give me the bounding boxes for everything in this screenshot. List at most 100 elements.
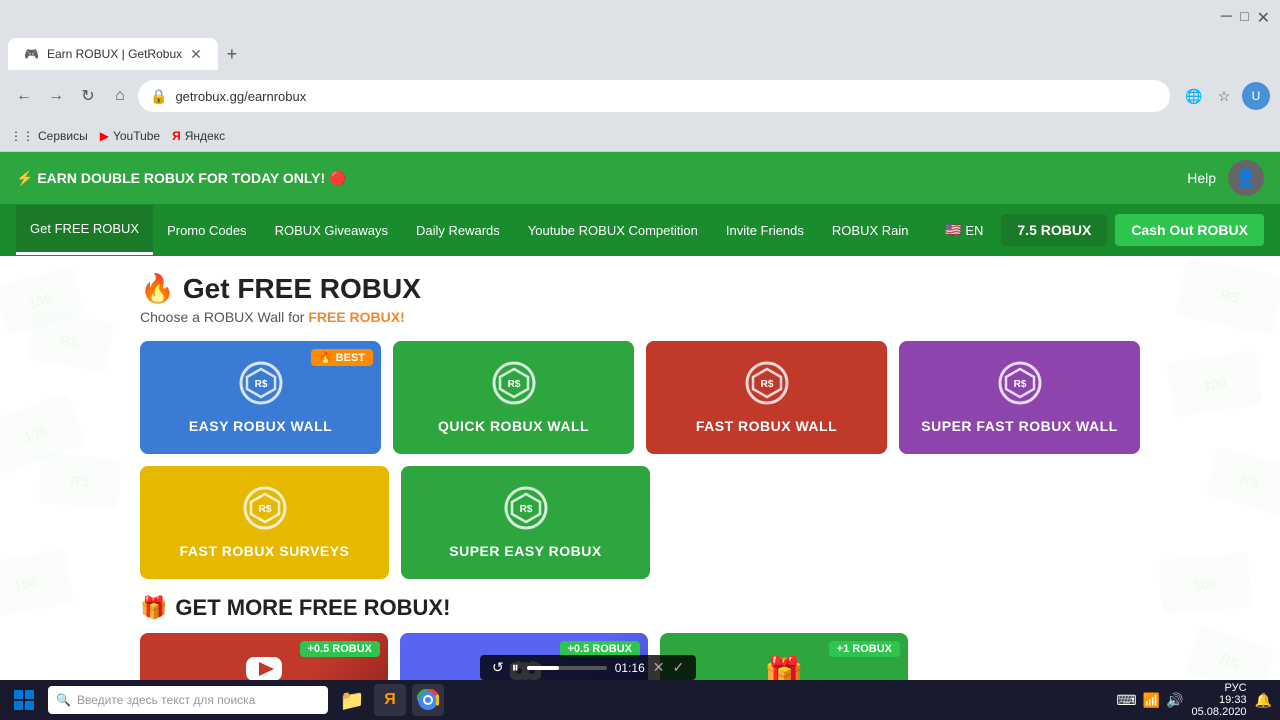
free-robux-link[interactable]: FREE ROBUX! [308,309,404,325]
wall-super-fast[interactable]: R$ SUPER FAST ROBUX WALL [899,341,1140,454]
taskbar-right: ⌨ 📶 🔊 РУС 19:33 05.08.2020 🔔 [1116,682,1272,718]
more-section-title-text: GET MORE FREE ROBUX! [175,595,450,621]
language-selector[interactable]: 🇺🇸 EN [935,222,993,238]
taskbar-volume-icon[interactable]: 🔊 [1166,692,1183,709]
tab-close-btn[interactable]: ✕ [190,46,202,63]
yandex-icon: Я [172,129,181,143]
tab-bar: 🎮 Earn ROBUX | GetRobux ✕ + [0,36,1280,72]
announcement-text: ⚡ EARN DOUBLE ROBUX FOR TODAY ONLY! 🔴 [16,170,346,187]
close-btn[interactable]: ✕ [1257,8,1270,28]
gift-icon: 🎁 [140,595,167,621]
svg-text:R$: R$ [258,504,271,515]
nav-item-free-robux[interactable]: Get FREE ROBUX [16,205,153,255]
wall-icon-4: R$ [243,486,287,535]
profile-icon[interactable]: U [1242,82,1270,110]
forward-btn[interactable]: → [42,82,70,110]
svg-text:R$: R$ [1013,379,1026,390]
svg-text:R$: R$ [507,379,520,390]
media-close-btn[interactable]: ✕ [653,659,665,676]
home-btn[interactable]: ⌂ [106,82,134,110]
active-tab[interactable]: 🎮 Earn ROBUX | GetRobux ✕ [8,38,218,70]
title-bar: ─ □ ✕ [0,0,1280,36]
youtube-play-icon [244,649,284,680]
refresh-btn[interactable]: ↻ [74,82,102,110]
taskbar-network-icon[interactable]: 📶 [1143,692,1160,709]
wall-label-0: EASY ROBUX WALL [189,418,332,434]
start-btn[interactable] [8,684,40,716]
bookmark-youtube[interactable]: ▶ YouTube [100,129,160,143]
tab-favicon: 🎮 [24,47,39,61]
bookmarks-bar: ⋮⋮ Сервисы ▶ YouTube Я Яндекс [0,120,1280,152]
bookmark-youtube-label: YouTube [113,129,160,143]
wall-icon-0: R$ [239,361,283,410]
wall-fast-robux[interactable]: R$ FAST ROBUX WALL [646,341,887,454]
svg-text:R$: R$ [254,379,267,390]
walls-grid-2: R$ FAST ROBUX SURVEYS R$ SUPER EASY ROBU… [140,466,650,579]
section-subtitle: Choose a ROBUX Wall for FREE ROBUX! [140,309,1140,325]
back-btn[interactable]: ← [10,82,38,110]
media-confirm-btn[interactable]: ✓ [673,659,685,676]
clock-time: 19:33 [1192,694,1247,706]
help-link[interactable]: Help [1187,170,1216,186]
section-title: 🔥 Get FREE ROBUX [140,272,1140,305]
main-body: 100 RS 100 RS 100 RS 100 RS 100 RS 🔥 Get… [0,256,1280,680]
search-placeholder: Введите здесь текст для поиска [77,693,255,707]
media-progress-bar[interactable] [527,666,607,670]
taskbar-search[interactable]: 🔍 Введите здесь текст для поиска [48,686,328,714]
new-tab-btn[interactable]: + [218,40,246,68]
daily-robux-icon: 🎁 [764,654,804,680]
nav-item-daily-rewards[interactable]: Daily Rewards [402,207,514,254]
cash-out-btn[interactable]: Cash Out ROBUX [1115,214,1264,246]
language-label: EN [965,223,983,238]
user-avatar[interactable]: 👤 [1228,160,1264,196]
media-time: 01:16 [615,661,645,675]
taskbar-app-yandex[interactable]: Я [374,684,406,716]
tab-title: Earn ROBUX | GetRobux [47,47,182,61]
taskbar-app-files[interactable]: 📁 [336,684,368,716]
bookmark-services[interactable]: ⋮⋮ Сервисы [10,129,88,143]
media-pause-btn[interactable]: ⏸ [512,659,519,676]
bonus-daily[interactable]: +1 ROBUX 🎁 Free Daily ROBUX [660,633,908,680]
robux-balance[interactable]: 7.5 ROBUX [1001,214,1107,246]
notifications-icon[interactable]: 🔔 [1255,692,1272,709]
lock-icon: 🔒 [150,88,167,105]
nav-item-invite-friends[interactable]: Invite Friends [712,207,818,254]
grid-icon: ⋮⋮ [10,129,34,143]
wall-super-easy[interactable]: R$ SUPER EASY ROBUX [401,466,650,579]
nav-item-promo-codes[interactable]: Promo Codes [153,207,260,254]
address-bar[interactable]: 🔒 getrobux.gg/earnrobux [138,80,1170,112]
taskbar-keyboard-icon[interactable]: ⌨ [1116,692,1136,709]
svg-text:R$: R$ [760,379,773,390]
svg-text:R$: R$ [519,504,532,515]
translate-icon[interactable]: 🌐 [1182,84,1206,108]
maximize-btn[interactable]: □ [1240,8,1248,28]
nav-item-giveaways[interactable]: ROBUX Giveaways [261,207,402,254]
bonus-youtube[interactable]: +0.5 ROBUX Subscribe to YouTube [140,633,388,680]
taskbar-lang: РУС [1192,682,1247,694]
minimize-btn[interactable]: ─ [1221,8,1232,28]
daily-bonus-badge: +1 ROBUX [829,641,900,657]
taskbar-app-chrome[interactable] [412,684,444,716]
youtube-icon: ▶ [100,129,109,143]
walls-grid: 🔥 BEST R$ EASY ROBUX WALL [140,341,1140,454]
wall-label-5: SUPER EASY ROBUX [449,543,601,559]
wall-easy-robux[interactable]: 🔥 BEST R$ EASY ROBUX WALL [140,341,381,454]
nav-item-robux-rain[interactable]: ROBUX Rain [818,207,923,254]
wall-label-4: FAST ROBUX SURVEYS [180,543,350,559]
bookmark-yandex[interactable]: Я Яндекс [172,129,225,143]
url-text: getrobux.gg/earnrobux [175,89,306,104]
bookmark-star-icon[interactable]: ☆ [1212,84,1236,108]
page-content: ⚡ EARN DOUBLE ROBUX FOR TODAY ONLY! 🔴 He… [0,152,1280,680]
bookmark-services-label: Сервисы [38,129,88,143]
announcement-right: Help 👤 [1187,160,1264,196]
announcement-bar: ⚡ EARN DOUBLE ROBUX FOR TODAY ONLY! 🔴 He… [0,152,1280,204]
wall-surveys[interactable]: R$ FAST ROBUX SURVEYS [140,466,389,579]
taskbar-clock[interactable]: РУС 19:33 05.08.2020 [1192,682,1247,718]
wall-quick-robux[interactable]: R$ QUICK ROBUX WALL [393,341,634,454]
wall-icon-5: R$ [504,486,548,535]
nav-item-youtube-competition[interactable]: Youtube ROBUX Competition [514,207,712,254]
taskbar-apps: 📁 Я [336,684,444,716]
media-progress-fill [527,666,559,670]
best-badge: 🔥 BEST [311,349,373,366]
media-rewind-btn[interactable]: ↺ [492,659,504,676]
